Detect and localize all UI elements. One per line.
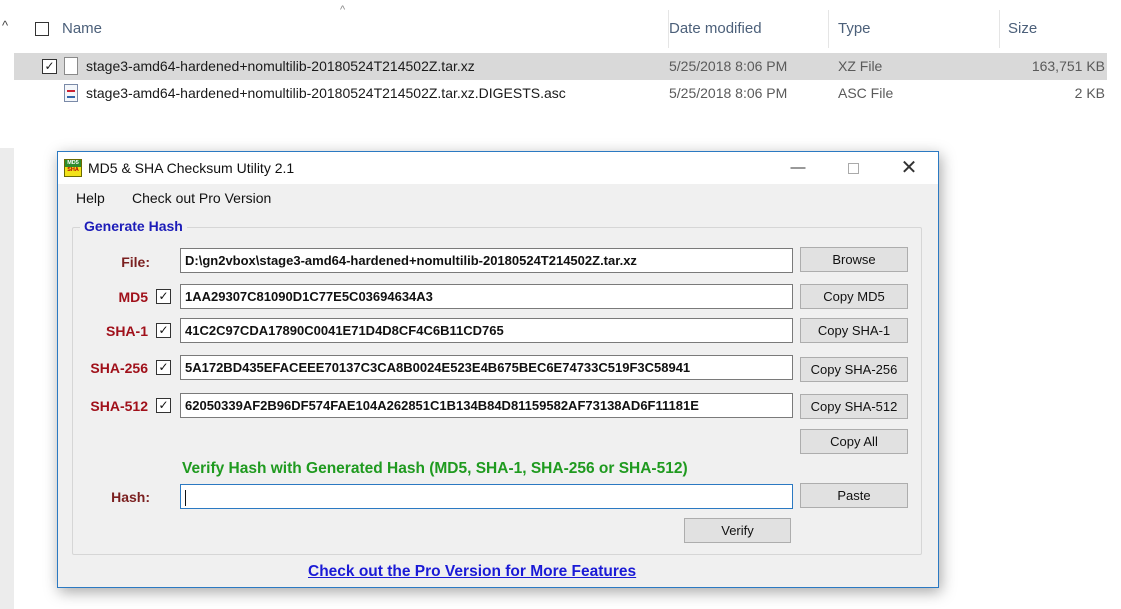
maximize-button[interactable]	[830, 152, 876, 184]
md5-label: MD5	[118, 289, 148, 305]
browse-button[interactable]: Browse	[800, 247, 908, 272]
menu-check-out-pro[interactable]: Check out Pro Version	[132, 184, 271, 212]
pro-version-link[interactable]: Check out the Pro Version for More Featu…	[308, 563, 636, 581]
column-header-name[interactable]: Name	[56, 10, 669, 48]
file-size: 2 KB	[1074, 85, 1105, 101]
file-label: File:	[121, 254, 150, 270]
menu-help[interactable]: Help	[76, 184, 105, 212]
paste-button[interactable]: Paste	[800, 483, 908, 508]
close-icon: ✕	[900, 157, 918, 179]
copy-all-button[interactable]: Copy All	[800, 429, 908, 454]
file-date: 5/25/2018 8:06 PM	[669, 85, 788, 101]
file-row[interactable]: ✓ stage3-amd64-hardened+nomultilib-20180…	[14, 53, 1107, 80]
md5-checkbox[interactable]: ✓	[156, 289, 171, 304]
sha512-hash-field[interactable]: 62050339AF2B96DF574FAE104A262851C1B134B8…	[180, 393, 793, 418]
copy-sha256-button[interactable]: Copy SHA-256	[800, 357, 908, 382]
file-list-header: ^ Name Date modified Type Size	[14, 4, 1121, 48]
column-header-size-label: Size	[1008, 20, 1038, 37]
sha1-checkbox[interactable]: ✓	[156, 323, 171, 338]
file-path-field[interactable]: D:\gn2vbox\stage3-amd64-hardened+nomulti…	[180, 248, 793, 273]
app-logo-icon: MD5 SHA	[64, 159, 82, 177]
file-name: stage3-amd64-hardened+nomultilib-2018052…	[86, 85, 566, 101]
signature-file-icon	[64, 84, 78, 102]
title-bar[interactable]: MD5 SHA MD5 & SHA Checksum Utility 2.1 —…	[58, 152, 938, 184]
select-all-checkbox[interactable]	[35, 22, 49, 36]
sha512-checkbox[interactable]: ✓	[156, 398, 171, 413]
row-checkbox[interactable]: ✓	[42, 59, 57, 74]
file-name: stage3-amd64-hardened+nomultilib-2018052…	[86, 58, 475, 74]
copy-sha1-button[interactable]: Copy SHA-1	[800, 318, 908, 343]
minimize-icon: —	[790, 159, 806, 176]
maximize-icon	[847, 162, 859, 174]
app-logo-text-top: MD5	[65, 160, 81, 167]
copy-md5-button[interactable]: Copy MD5	[800, 284, 908, 309]
column-header-date-label: Date modified	[669, 20, 762, 37]
minimize-button[interactable]: —	[775, 152, 821, 184]
column-header-size[interactable]: Size	[1002, 10, 1106, 48]
menu-bar: Help Check out Pro Version	[58, 184, 938, 212]
file-type: XZ File	[838, 58, 883, 74]
hash-label: Hash:	[111, 489, 150, 505]
app-logo-text-bottom: SHA	[67, 167, 79, 173]
file-size: 163,751 KB	[1031, 58, 1105, 74]
sha1-hash-field[interactable]: 41C2C97CDA17890C0041E71D4D8CF4C6B11CD765	[180, 318, 793, 343]
sha256-checkbox[interactable]: ✓	[156, 360, 171, 375]
copy-sha512-button[interactable]: Copy SHA-512	[800, 394, 908, 419]
file-type: ASC File	[838, 85, 894, 101]
sha256-label: SHA-256	[90, 360, 148, 376]
column-header-date[interactable]: Date modified	[663, 10, 829, 48]
column-header-name-label: Name	[62, 20, 103, 37]
sha1-label: SHA-1	[105, 323, 148, 339]
checksum-utility-window: MD5 SHA MD5 & SHA Checksum Utility 2.1 —…	[57, 151, 939, 588]
close-button[interactable]: ✕	[886, 152, 932, 184]
text-cursor	[185, 489, 186, 506]
column-header-type[interactable]: Type	[832, 10, 1000, 48]
verify-heading: Verify Hash with Generated Hash (MD5, SH…	[182, 460, 688, 477]
sha256-hash-field[interactable]: 5A172BD435EFACEEE70137C3CA8B0024E523E4B6…	[180, 355, 793, 380]
file-date: 5/25/2018 8:06 PM	[669, 58, 788, 74]
sha512-label: SHA-512	[90, 398, 148, 414]
hash-input[interactable]	[180, 484, 793, 509]
verify-button[interactable]: Verify	[684, 518, 791, 543]
collapse-up-icon[interactable]: ^	[2, 18, 8, 33]
md5-hash-field[interactable]: 1AA29307C81090D1C77E5C03694634A3	[180, 284, 793, 309]
column-header-type-label: Type	[838, 20, 871, 37]
generate-hash-group-title: Generate Hash	[80, 218, 187, 234]
window-title: MD5 & SHA Checksum Utility 2.1	[88, 160, 295, 176]
file-row[interactable]: stage3-amd64-hardened+nomultilib-2018052…	[14, 80, 1107, 107]
file-icon	[64, 57, 78, 75]
navigation-pane-scrollbar[interactable]	[0, 148, 14, 609]
